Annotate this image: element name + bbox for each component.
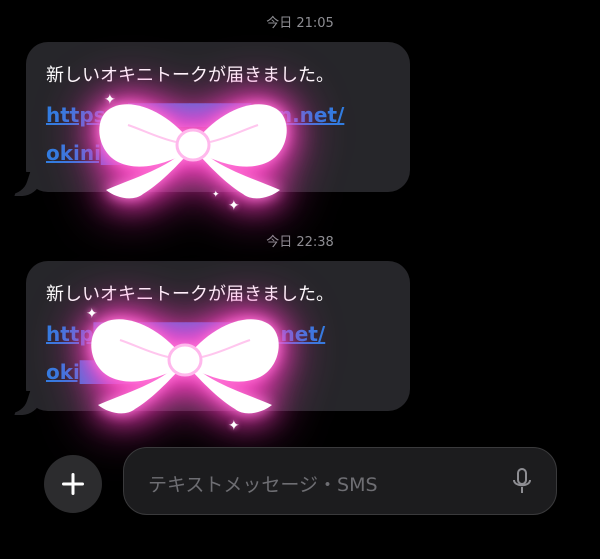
sparkle-icon: ✦	[212, 190, 220, 200]
message-input[interactable]: テキストメッセージ・SMS	[123, 447, 557, 515]
sparkle-icon: ✦	[228, 198, 240, 214]
add-attachment-button[interactable]	[44, 455, 102, 513]
sparkle-icon: ✦	[104, 92, 116, 108]
bow-sticker-icon	[80, 305, 290, 429]
message-text: 新しいオキニトークが届きました。	[46, 65, 334, 86]
sparkle-icon: ✦	[228, 418, 240, 434]
bow-sticker-icon	[88, 90, 298, 214]
message-input-placeholder: テキストメッセージ・SMS	[148, 474, 378, 496]
microphone-icon[interactable]	[512, 467, 532, 501]
bubble-tail	[14, 174, 44, 196]
message-text: 新しいオキニトークが届きました。	[46, 284, 334, 305]
message-timestamp: 今日 21:05	[266, 16, 334, 31]
bubble-tail	[14, 393, 44, 415]
sparkle-icon: ✦	[86, 306, 98, 322]
plus-icon	[62, 473, 84, 495]
message-timestamp: 今日 22:38	[266, 235, 334, 250]
